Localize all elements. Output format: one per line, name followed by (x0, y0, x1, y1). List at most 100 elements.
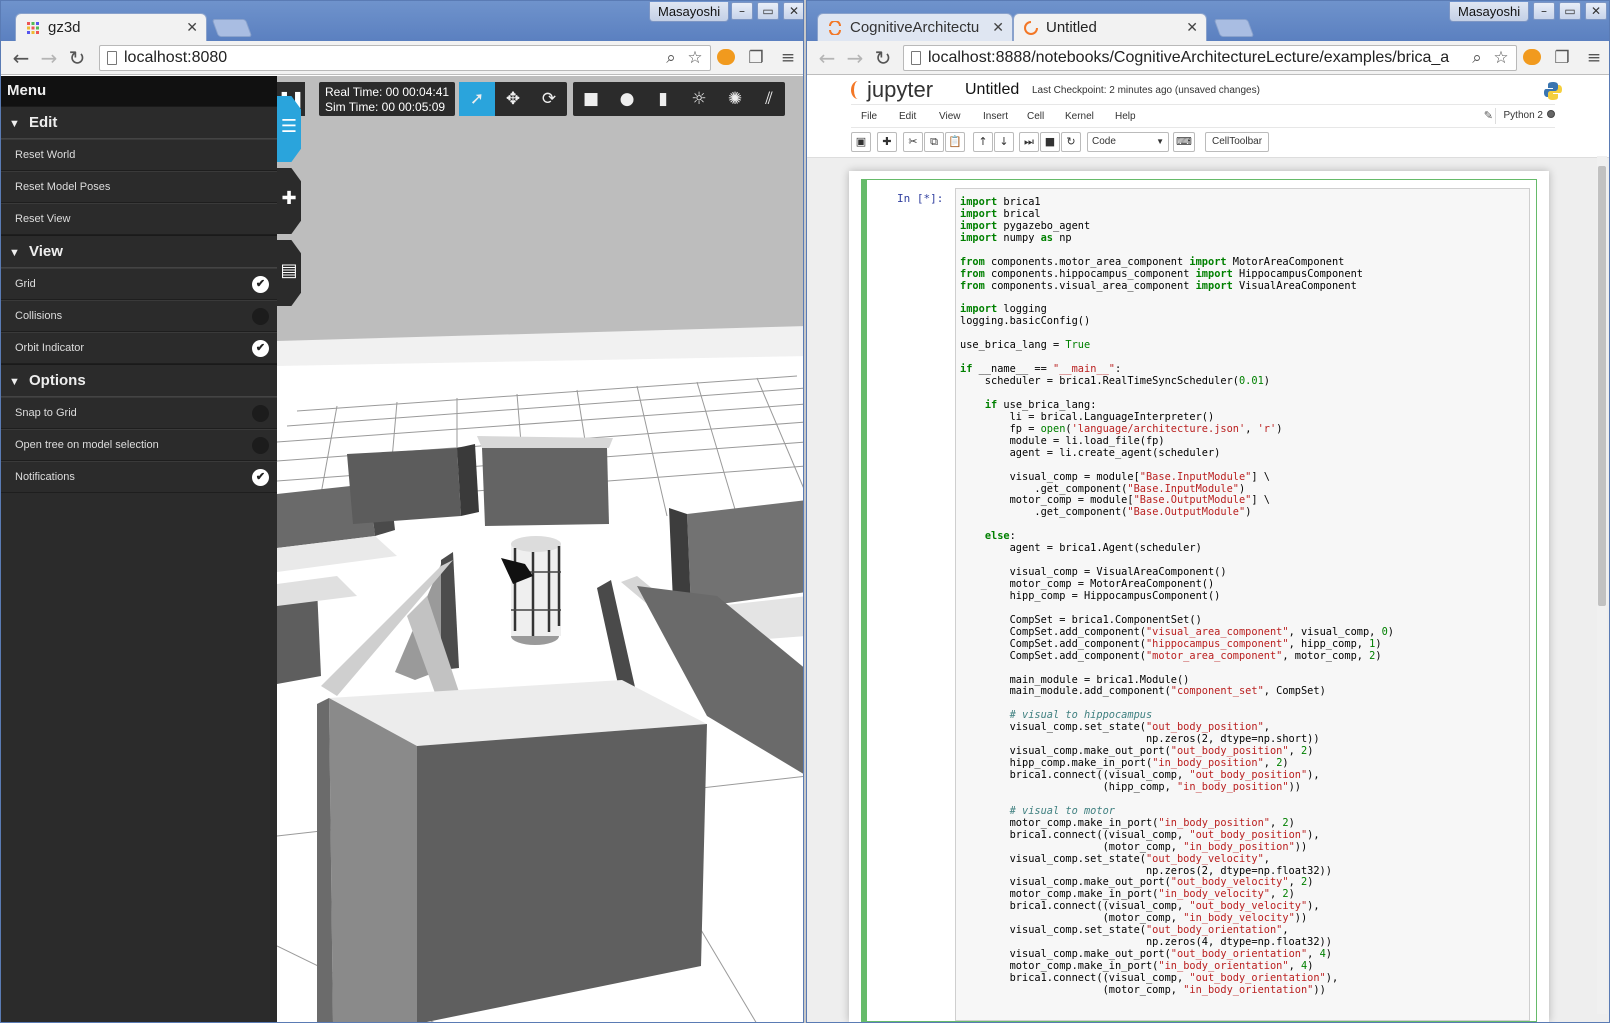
close-tab-icon[interactable]: ✕ (186, 19, 198, 36)
cylinder-icon[interactable]: ▮ (645, 82, 681, 116)
profile-button[interactable]: Masayoshi (649, 2, 730, 22)
maximize-button[interactable]: ▭ (757, 2, 779, 20)
extension-icon[interactable] (1523, 49, 1541, 65)
profile-button[interactable]: Masayoshi (1449, 2, 1530, 22)
box-icon[interactable]: ■ (573, 82, 609, 116)
cast-icon[interactable]: ❐ (745, 47, 767, 69)
extension-icon[interactable] (717, 49, 735, 65)
directional-light-icon[interactable]: ⫽ (753, 82, 785, 116)
sphere-icon[interactable]: ● (609, 82, 645, 116)
translate-icon[interactable]: ✥ (495, 82, 531, 116)
rotate-icon[interactable]: ⟳ (531, 82, 567, 116)
menu-view[interactable]: View (939, 111, 961, 122)
code-editor[interactable]: import brica1 import brical import pygazeb… (955, 188, 1530, 1021)
back-button[interactable]: ← (9, 46, 33, 70)
copy-icon[interactable]: ⧉ (924, 132, 944, 152)
tab-untitled[interactable]: Untitled ✕ (1013, 13, 1207, 41)
menu-kernel[interactable]: Kernel (1065, 111, 1094, 122)
cast-icon[interactable]: ❐ (1551, 47, 1573, 69)
menu-item-grid[interactable]: Grid ✔ (1, 268, 277, 300)
spot-light-icon[interactable]: ✺ (717, 82, 753, 116)
back-button[interactable]: ← (815, 46, 839, 70)
menu-item-reset-model-poses[interactable]: Reset Model Poses (1, 171, 277, 203)
reload-button[interactable]: ↻ (871, 46, 895, 70)
menu-item-notifications[interactable]: Notifications ✔ (1, 461, 277, 493)
menu-item-snap-to-grid[interactable]: Snap to Grid (1, 397, 277, 429)
menu-tab-icon[interactable]: ☰ (277, 96, 301, 162)
gz3d-favicon-icon (27, 22, 39, 34)
interrupt-icon[interactable]: ■ (1040, 132, 1060, 152)
chrome-menu-icon[interactable]: ≡ (777, 47, 799, 69)
bookmark-star-icon[interactable]: ☆ (1490, 47, 1512, 69)
menu-cell[interactable]: Cell (1027, 111, 1044, 122)
paste-icon[interactable]: 📋 (945, 132, 965, 152)
minimize-button[interactable]: – (731, 2, 753, 20)
new-tab-button[interactable] (211, 19, 253, 37)
close-tab-icon[interactable]: ✕ (992, 19, 1004, 36)
cut-icon[interactable]: ✂ (903, 132, 923, 152)
section-options[interactable]: ▼ Options (1, 364, 277, 397)
menu-help[interactable]: Help (1115, 111, 1136, 122)
keyboard-icon[interactable]: ⌨ (1173, 132, 1195, 152)
menu-edit[interactable]: Edit (899, 111, 916, 122)
menu-item-reset-world[interactable]: Reset World (1, 139, 277, 171)
scrollbar-thumb[interactable] (1598, 166, 1606, 606)
menu-item-collisions[interactable]: Collisions (1, 300, 277, 332)
tree-tab-icon[interactable]: ▤ (277, 240, 301, 306)
close-window-button[interactable]: ✕ (1585, 2, 1607, 20)
maximize-button[interactable]: ▭ (1559, 2, 1581, 20)
move-down-icon[interactable]: ↓ (994, 132, 1014, 152)
bookmark-star-icon[interactable]: ☆ (684, 47, 706, 69)
code-cell[interactable]: In [*]: import brica1 import brical import… (861, 179, 1537, 1022)
code-line: import numpy as np (960, 231, 1072, 244)
side-tabs: ☰ ✚ ▤ (277, 76, 301, 316)
reload-button[interactable]: ↻ (65, 46, 89, 70)
menu-item-open-tree[interactable]: Open tree on model selection (1, 429, 277, 461)
code-line: CompSet.add_component("motor_area_compon… (960, 649, 1382, 662)
zoom-icon[interactable]: ⌕ (660, 47, 682, 69)
scene-viewport[interactable]: ❚❚ Real Time: 00 00:04:41 Sim Time: 00 0… (277, 76, 803, 1022)
browser-window-jupyter: CognitiveArchitectu ✕ Untitled ✕ Masayos… (806, 0, 1610, 1023)
snap-to-grid-toggle[interactable] (252, 405, 269, 422)
collisions-toggle[interactable] (252, 308, 269, 325)
point-light-icon[interactable]: ☼ (681, 82, 717, 116)
code-line: from components.motor_area_component imp… (960, 255, 1345, 268)
address-bar[interactable]: localhost:8080 ⌕ ☆ (99, 45, 711, 71)
item-label: Open tree on model selection (15, 439, 159, 451)
tab-cognitive-architecture[interactable]: CognitiveArchitectu ✕ (817, 13, 1013, 41)
close-tab-icon[interactable]: ✕ (1186, 19, 1198, 36)
cell-type-select[interactable]: Code ▼ (1087, 132, 1169, 152)
new-tab-button[interactable] (1213, 19, 1255, 37)
chrome-menu-icon[interactable]: ≡ (1583, 47, 1605, 69)
restart-icon[interactable]: ↻ (1061, 132, 1081, 152)
section-edit[interactable]: ▼ Edit (1, 106, 277, 139)
insert-cell-icon[interactable]: ✚ (877, 132, 897, 152)
forward-button[interactable]: → (843, 46, 867, 70)
run-cell-icon[interactable]: ⏭ (1019, 132, 1039, 152)
menu-insert[interactable]: Insert (983, 111, 1008, 122)
notebook-scrollbar[interactable] (1597, 156, 1607, 1014)
notifications-toggle[interactable]: ✔ (252, 469, 269, 486)
forward-button[interactable]: → (37, 46, 61, 70)
jupyter-logo[interactable]: jupyter (851, 77, 933, 103)
save-icon[interactable]: ▣ (851, 132, 871, 152)
open-tree-toggle[interactable] (252, 437, 269, 454)
select-arrow-icon[interactable]: ➚ (459, 82, 495, 116)
notebook-name[interactable]: Untitled (965, 81, 1019, 99)
celltoolbar-button[interactable]: CellToolbar (1205, 132, 1270, 152)
close-window-button[interactable]: ✕ (783, 2, 803, 20)
section-view[interactable]: ▼ View (1, 235, 277, 268)
orbit-indicator-toggle[interactable]: ✔ (252, 340, 269, 357)
zoom-icon[interactable]: ⌕ (1466, 47, 1488, 69)
grid-toggle[interactable]: ✔ (252, 276, 269, 293)
menu-file[interactable]: File (861, 111, 877, 122)
minimize-button[interactable]: – (1533, 2, 1555, 20)
menu-item-orbit-indicator[interactable]: Orbit Indicator ✔ (1, 332, 277, 364)
move-up-icon[interactable]: ↑ (973, 132, 993, 152)
insert-tab-icon[interactable]: ✚ (277, 168, 301, 234)
address-bar[interactable]: localhost:8888/notebooks/CognitiveArchit… (903, 45, 1517, 71)
menu-item-reset-view[interactable]: Reset View (1, 203, 277, 235)
edit-pencil-icon[interactable]: ✎ (1484, 109, 1493, 122)
tab-gz3d[interactable]: gz3d ✕ (15, 13, 207, 41)
